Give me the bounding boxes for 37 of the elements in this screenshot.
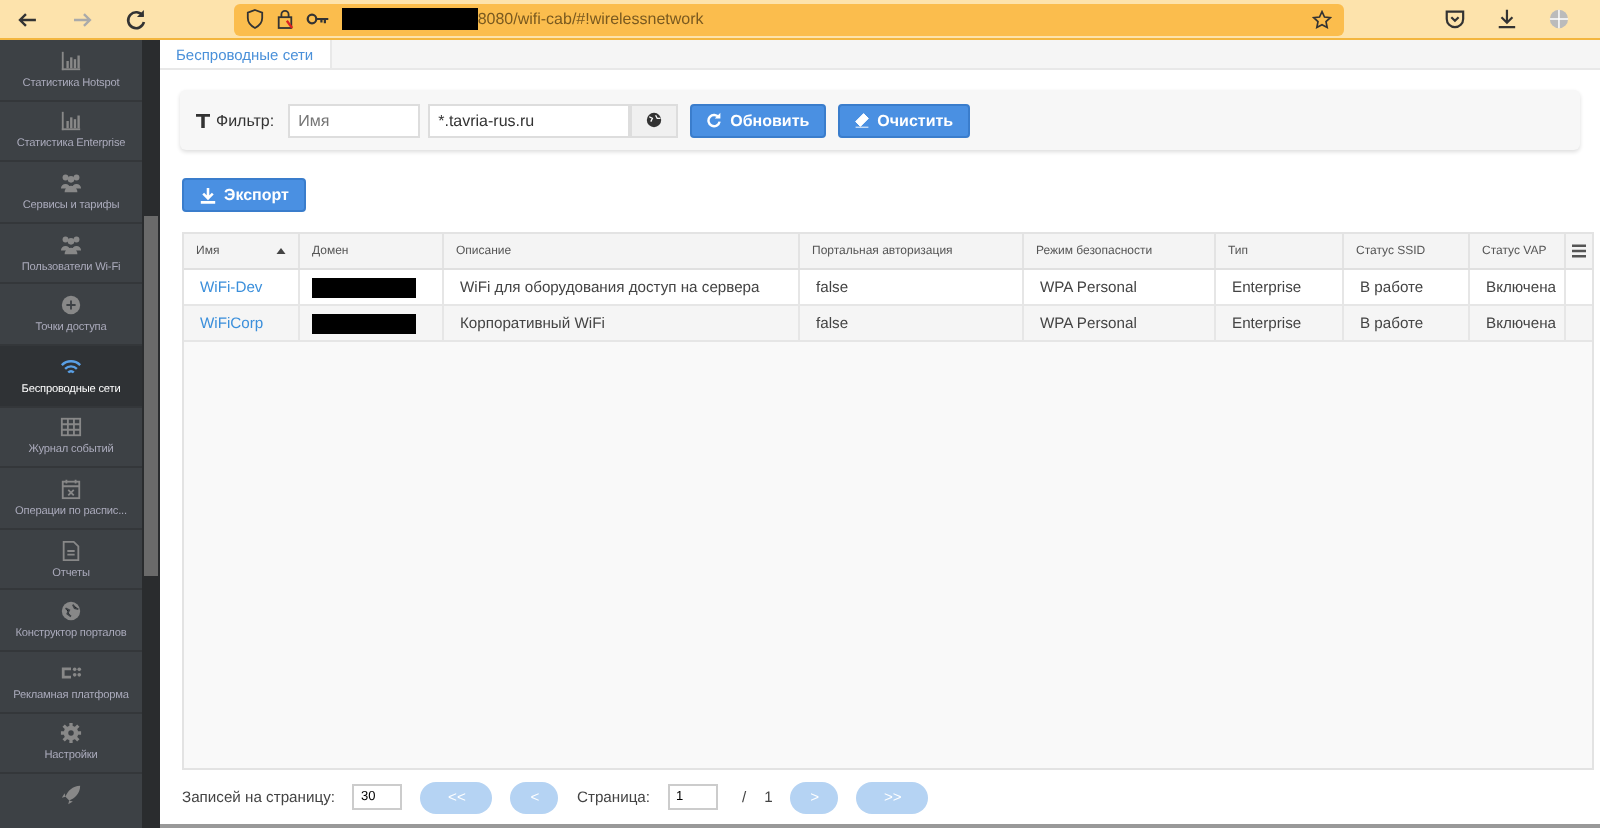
eraser-icon <box>853 112 870 128</box>
plus-circle-icon <box>60 294 82 317</box>
download-icon[interactable] <box>1496 8 1519 30</box>
people-icon <box>60 233 82 256</box>
bar-chart-icon <box>60 110 82 133</box>
url-text: 8080/wifi-cab/#!wirelessnetwork <box>477 10 704 28</box>
bar-chart-icon <box>60 49 82 72</box>
globe-button[interactable] <box>630 103 679 137</box>
wifi-icon <box>60 355 82 378</box>
export-button[interactable]: Экспорт <box>182 178 307 212</box>
gear-icon <box>60 722 82 745</box>
people-icon <box>60 171 82 194</box>
domain-field[interactable]: *.tavria-rus.ru <box>426 103 631 137</box>
scrollbar-thumb[interactable] <box>144 216 158 576</box>
clear-button[interactable]: Очистить <box>837 103 970 137</box>
column-menu-icon[interactable] <box>1572 244 1586 258</box>
globe-icon <box>646 112 663 128</box>
shield-icon[interactable] <box>245 8 264 30</box>
scrollbar[interactable] <box>142 40 160 828</box>
calendar-icon <box>60 477 82 500</box>
filter-icon <box>196 113 210 127</box>
globe-icon <box>60 600 82 623</box>
table-icon <box>60 416 82 439</box>
sort-ascending-icon <box>276 248 286 254</box>
name-field[interactable]: Имя <box>288 103 421 137</box>
key-icon[interactable] <box>305 12 330 26</box>
download-icon <box>200 187 216 203</box>
lock-icon[interactable] <box>275 8 294 30</box>
refresh-button[interactable]: Обновить <box>690 103 826 137</box>
reload-icon[interactable] <box>123 7 148 31</box>
address-bar[interactable]: 8080/wifi-cab/#!wirelessnetwork <box>233 3 1345 35</box>
rocket-icon[interactable] <box>60 784 82 807</box>
star-icon[interactable] <box>1312 9 1333 29</box>
pocket-icon[interactable] <box>1444 8 1467 30</box>
document-icon <box>60 539 82 562</box>
refresh-icon <box>706 112 723 128</box>
filter-label: Фильтр: <box>216 111 275 129</box>
